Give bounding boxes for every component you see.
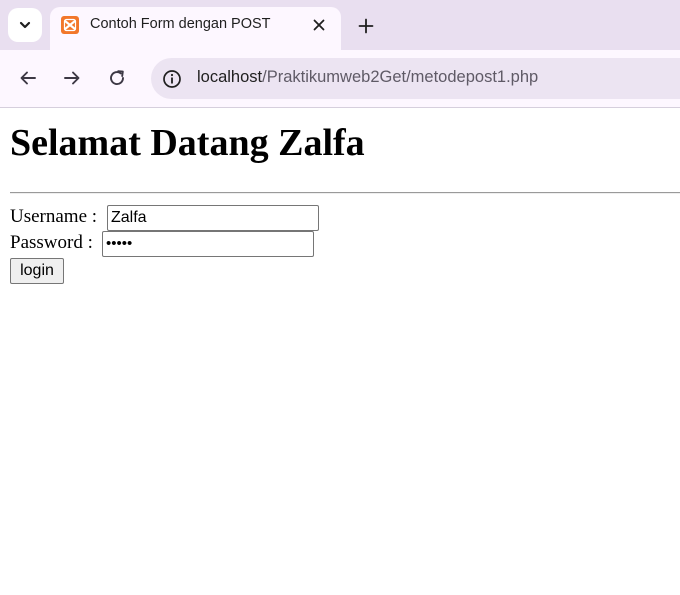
plus-icon <box>358 18 374 34</box>
address-bar[interactable]: localhost/Praktikumweb2Get/metodepost1.p… <box>151 58 680 99</box>
login-button[interactable]: login <box>10 258 64 284</box>
username-input[interactable]: Zalfa <box>107 205 319 231</box>
password-input[interactable]: ••••• <box>102 231 314 257</box>
page-title: Selamat Datang Zalfa <box>10 122 365 164</box>
reload-icon <box>110 70 124 85</box>
url-host: localhost <box>197 68 263 86</box>
site-info-button[interactable] <box>159 66 185 92</box>
browser-toolbar: localhost/Praktikumweb2Get/metodepost1.p… <box>0 50 680 107</box>
chevron-down-icon <box>19 21 31 29</box>
close-icon <box>313 19 325 31</box>
password-label: Password : <box>10 232 93 253</box>
xampp-icon <box>61 16 79 34</box>
reload-button[interactable] <box>104 65 130 91</box>
url-text[interactable]: localhost/Praktikumweb2Get/metodepost1.p… <box>197 68 538 87</box>
info-icon <box>163 70 181 88</box>
arrow-right-icon <box>64 71 80 85</box>
tab-title: Contoh Form dengan POST <box>90 16 271 32</box>
username-label: Username : <box>10 206 98 227</box>
tab-strip: Contoh Form dengan POST <box>0 0 680 50</box>
forward-button[interactable] <box>59 65 85 91</box>
back-button[interactable] <box>15 65 41 91</box>
tab-search-button[interactable] <box>8 8 42 42</box>
url-path: /Praktikumweb2Get/metodepost1.php <box>262 68 539 86</box>
horizontal-rule <box>10 192 680 194</box>
active-tab[interactable]: Contoh Form dengan POST <box>50 7 341 50</box>
arrow-left-icon <box>20 71 36 85</box>
new-tab-button[interactable] <box>354 14 378 38</box>
page-content: Selamat Datang Zalfa Username : Zalfa Pa… <box>0 108 680 595</box>
tab-close-button[interactable] <box>309 15 329 35</box>
